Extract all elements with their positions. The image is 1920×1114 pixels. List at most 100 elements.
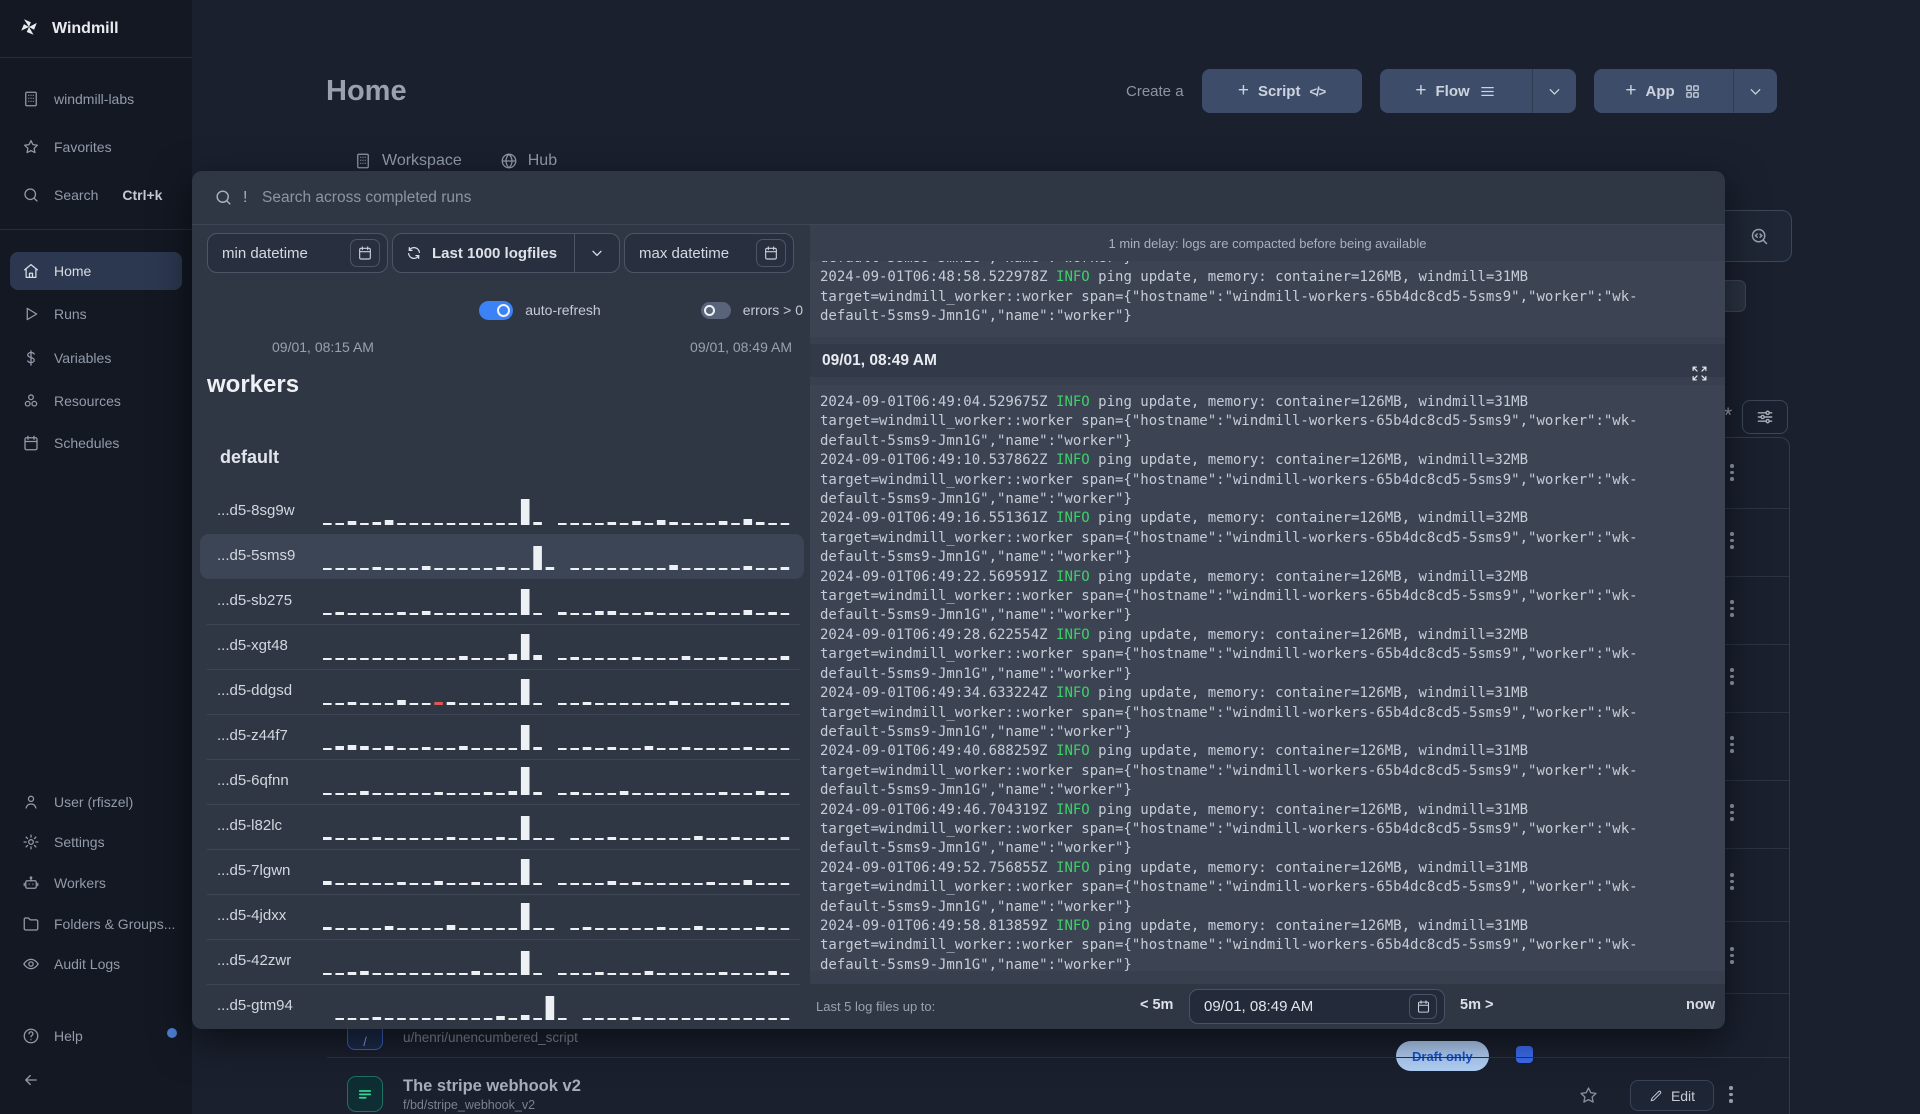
brand[interactable]: Windmill [0,12,119,46]
sidebar-item-audit-logs[interactable]: Audit Logs [0,949,192,979]
worker-row[interactable]: ...d5-6qfnn [192,759,810,804]
sidebar-item-search[interactable]: Search Ctrl+k [0,180,192,210]
row-divider [207,939,800,940]
plus-icon: + [1415,80,1427,101]
worker-row[interactable]: ...d5-42zwr [192,939,810,984]
worker-row[interactable]: ...d5-sb275 [192,579,810,624]
teams-icon[interactable] [1516,1046,1533,1063]
log-line: default-5sms9-Jmn1G","name":"worker"} [820,432,1132,449]
worker-row[interactable]: ...d5-7lgwn [192,849,810,894]
item-menu-button[interactable] [1730,600,1734,617]
log-line: 2024-09-01T06:49:52.756855Z INFO ping up… [820,859,1529,876]
auto-refresh-toggle[interactable] [479,300,514,320]
log-block-previous: default-5sms9-Jmn1G","name":"worker"}202… [810,261,1725,337]
worker-row[interactable]: ...d5-gtm94 [192,984,810,1029]
item-menu-button[interactable] [1729,1086,1733,1103]
sidebar-item-settings[interactable]: Settings [0,827,192,857]
item-menu-button[interactable] [1730,873,1734,890]
errors-label: errors > 0 [742,302,803,318]
flow-button-label: Flow [1435,82,1470,100]
create-script-button[interactable]: + Script </> [1201,69,1362,113]
sidebar-item-label: windmill-labs [54,91,135,107]
search-icon [216,190,231,205]
worker-group-heading: default [220,447,280,467]
worker-row[interactable]: ...d5-5sms9 [200,534,804,579]
log-line: target=windmill_worker::worker span={"ho… [820,879,1638,896]
filter-settings-button[interactable] [1742,400,1788,434]
sidebar-item-home[interactable]: Home [10,252,182,290]
row-divider [207,714,800,715]
worker-row[interactable]: ...d5-l82lc [192,804,810,849]
worker-id: ...d5-gtm94 [217,997,293,1014]
logs-search-modal: ! min datetime Last 1000 logfiles max da… [192,171,1725,1029]
max-datetime-label: max datetime [639,244,730,262]
worker-activity-sparkline [323,816,790,840]
sidebar-item-runs[interactable]: Runs [0,299,192,329]
favorite-star-icon[interactable] [1578,1085,1599,1111]
tab-hub[interactable]: Hub [500,152,557,170]
logfiles-dropdown-button[interactable] [574,234,619,272]
calendar-icon[interactable] [756,239,786,267]
chevron-down-icon [1750,88,1760,95]
item-menu-button[interactable] [1730,804,1734,821]
tab-workspace[interactable]: Workspace [354,152,462,170]
logfiles-select[interactable]: Last 1000 logfiles [392,233,620,273]
sidebar-item-user-rfiszel[interactable]: User (rfiszel) [0,787,192,817]
item-path: f/bd/stripe_webhook_v2 [403,1098,536,1112]
now-button[interactable]: now [1686,997,1715,1013]
sidebar-item-variables[interactable]: Variables [0,343,192,373]
windmill-logo-icon [18,16,40,43]
worker-row[interactable]: ...d5-xgt48 [192,624,810,669]
item-menu-button[interactable] [1730,668,1734,685]
sidebar-item-favorites[interactable]: Favorites [0,132,192,162]
dollar-icon [22,349,40,367]
home-icon [22,262,40,280]
item-path: u/henri/unencumbered_script [403,1030,578,1045]
forward-5m-button[interactable]: 5m > [1460,997,1493,1013]
sidebar-item-workers[interactable]: Workers [0,868,192,898]
log-level: INFO [1056,626,1090,643]
completed-runs-search-input[interactable] [262,182,1705,213]
sidebar-item-schedules[interactable]: Schedules [0,428,192,458]
log-block-current[interactable]: 2024-09-01T06:49:04.529675Z INFO ping up… [810,385,1725,971]
sidebar-item-folders-groups[interactable]: Folders & Groups... [0,909,192,939]
worker-row[interactable]: ...d5-8sg9w [192,489,810,534]
range-end-label: 09/01, 08:49 AM [690,339,792,355]
errors-toggle[interactable] [700,301,731,319]
sidebar-item-resources[interactable]: Resources [0,386,192,416]
create-app-button[interactable]: + App [1593,69,1777,113]
calendar-icon[interactable] [350,239,380,267]
log-line: default-5sms9-Jmn1G","name":"worker"} [820,665,1132,682]
log-delay-notice: 1 min delay: logs are compacted before b… [1108,236,1427,251]
log-line: target=windmill_worker::worker span={"ho… [820,646,1638,663]
sidebar-item-label: Search [54,187,99,203]
edit-button[interactable]: Edit [1630,1080,1714,1111]
worker-row[interactable]: ...d5-z44f7 [192,714,810,759]
flow-dropdown-button[interactable] [1531,69,1576,113]
sidebar-item-help[interactable]: Help [0,1021,192,1051]
max-datetime-input[interactable]: max datetime [624,233,794,273]
log-level: INFO [1056,510,1090,527]
min-datetime-input[interactable]: min datetime [207,233,388,273]
calendar-icon[interactable] [1409,994,1437,1019]
create-flow-button[interactable]: + Flow [1379,69,1576,113]
item-menu-button[interactable] [1730,464,1734,481]
back-5m-button[interactable]: < 5m [1140,997,1173,1013]
item-menu-button[interactable] [1730,532,1734,549]
item-menu-button[interactable] [1730,736,1734,753]
app-dropdown-button[interactable] [1732,69,1777,113]
sidebar-item-label: Settings [54,834,105,850]
sidebar-item-windmill-labs[interactable]: windmill-labs [0,84,192,114]
footer-datetime-input[interactable]: 09/01, 08:49 AM [1189,989,1445,1024]
item-title[interactable]: The stripe webhook v2 [403,1077,581,1096]
search-prefix: ! [243,188,248,206]
worker-row[interactable]: ...d5-4jdxx [192,894,810,939]
collapse-sidebar-button[interactable] [0,1065,192,1095]
footer-datetime-value: 09/01, 08:49 AM [1204,998,1314,1015]
modal-search-row: ! [192,171,1725,225]
worker-row[interactable]: ...d5-ddgsd [192,669,810,714]
item-menu-button[interactable] [1730,947,1734,964]
flow-item-icon [347,1076,383,1112]
time-range-row: 09/01, 08:15 AM 09/01, 08:49 AM [192,339,800,357]
expand-log-button[interactable] [1691,365,1711,385]
